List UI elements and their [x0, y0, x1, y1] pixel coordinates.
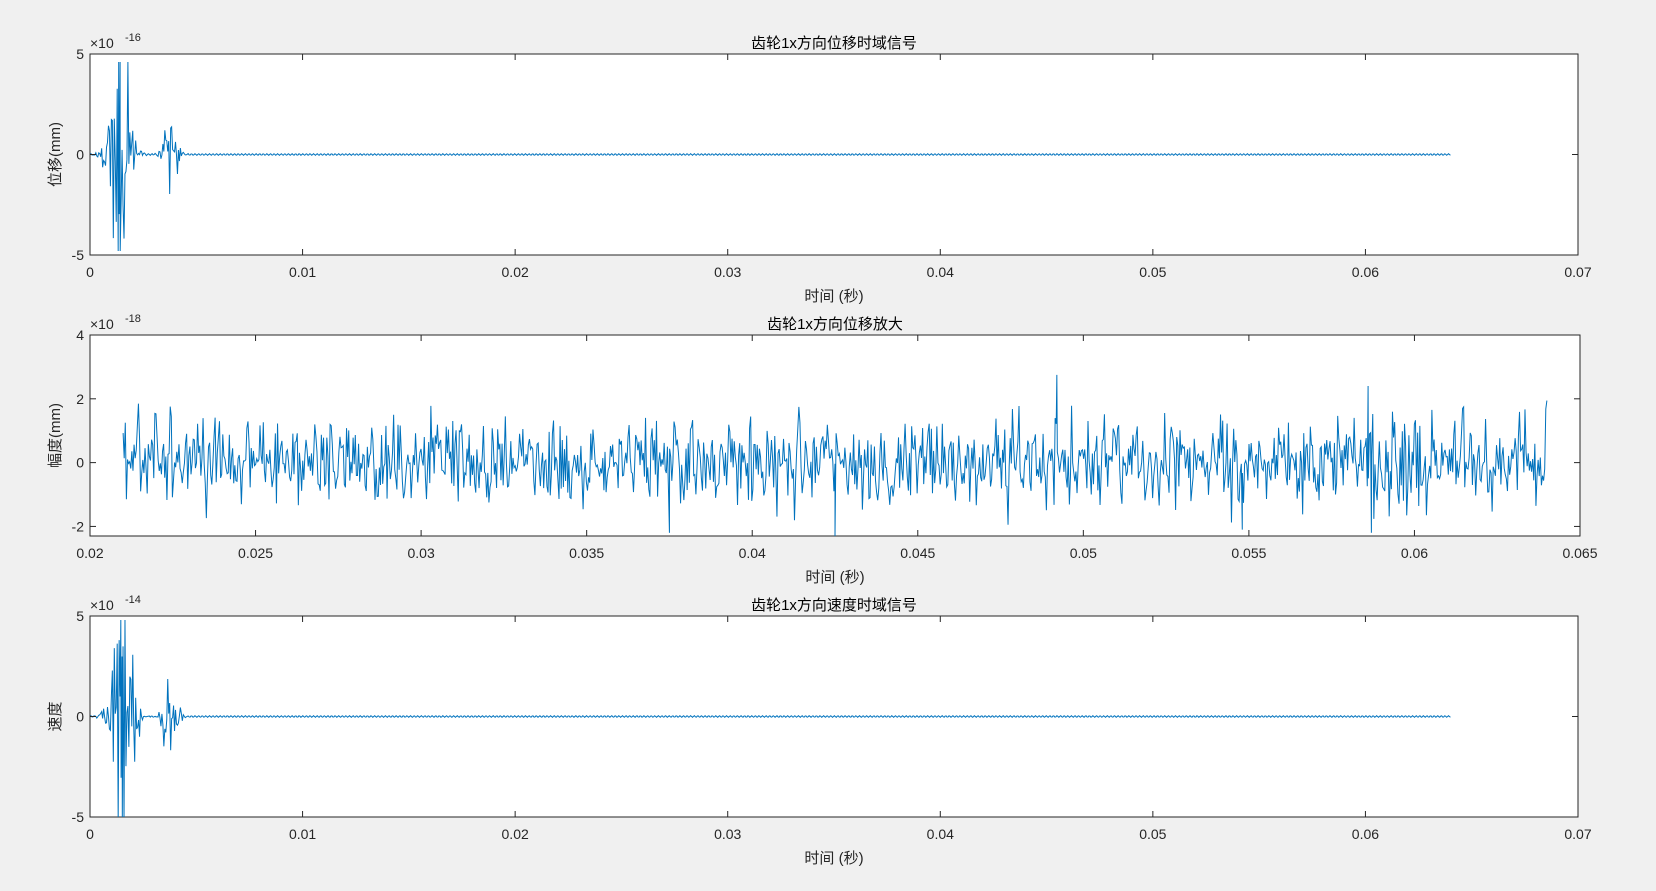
x-tick-label: 0.05: [1070, 545, 1097, 561]
y-exponent-power: -16: [125, 32, 141, 44]
chart-title: 齿轮1x方向速度时域信号: [751, 597, 917, 614]
x-tick-label: 0.045: [900, 545, 935, 561]
y-exponent-label: ×10: [90, 316, 114, 332]
y-axis-label: 速度: [47, 701, 64, 731]
x-tick-label: 0.01: [289, 264, 316, 280]
x-tick-label: 0.055: [1231, 545, 1266, 561]
y-tick-label: 0: [76, 147, 84, 163]
matlab-figure: 0 0.01 0.02 0.03 0.04 0.05 0.06 0.07 -5 0 5 ×10 -16 齿…: [0, 0, 1656, 891]
x-tick-label: 0.03: [407, 545, 434, 561]
x-tick-label: 0: [86, 264, 94, 280]
x-axis-label: 时间 (秒): [805, 569, 864, 586]
y-tick-label: 0: [76, 709, 84, 725]
x-tick-label: 0.04: [927, 826, 954, 842]
y-tick-label: 5: [76, 608, 84, 624]
y-tick-label: -2: [72, 518, 85, 534]
x-tick-label: 0.05: [1139, 264, 1166, 280]
x-tick-label: 0.07: [1564, 826, 1591, 842]
subplot-2: 0.02 0.025 0.03 0.035 0.04 0.045 0.05 0.055 0.06…: [47, 313, 1598, 586]
x-tick-label: 0.02: [76, 545, 103, 561]
y-exponent-power: -14: [125, 594, 141, 606]
x-tick-label: 0.06: [1352, 264, 1379, 280]
x-tick-label: 0.04: [739, 545, 766, 561]
x-tick-label: 0.06: [1401, 545, 1428, 561]
chart-title: 齿轮1x方向位移放大: [767, 316, 903, 333]
x-axis-label: 时间 (秒): [804, 850, 863, 867]
y-axis-label: 位移(mm): [47, 122, 64, 187]
y-axis-label: 幅度(mm): [47, 403, 64, 468]
x-tick-label: 0.03: [714, 264, 741, 280]
x-tick-label: 0.065: [1562, 545, 1597, 561]
x-tick-label: 0.02: [502, 826, 529, 842]
y-tick-label: -5: [72, 247, 85, 263]
x-tick-label: 0.05: [1139, 826, 1166, 842]
x-tick-label: 0.04: [927, 264, 954, 280]
x-tick-label: 0.02: [502, 264, 529, 280]
x-tick-label: 0.03: [714, 826, 741, 842]
x-tick-label: 0.07: [1564, 264, 1591, 280]
chart-title: 齿轮1x方向位移时域信号: [751, 35, 917, 52]
subplot-3: 0 0.01 0.02 0.03 0.04 0.05 0.06 0.07-505×10 -14 齿…: [47, 594, 1592, 867]
y-tick-label: 2: [76, 391, 84, 407]
x-tick-label: 0.035: [569, 545, 604, 561]
figure-canvas: 0 0.01 0.02 0.03 0.04 0.05 0.06 0.07-505×10 -16 齿…: [47, 32, 1598, 867]
x-tick-label: 0.01: [289, 826, 316, 842]
y-tick-label: 5: [76, 46, 84, 62]
y-exponent-label: ×10: [90, 597, 114, 613]
x-tick-label: 0.06: [1352, 826, 1379, 842]
y-exponent-power: -18: [125, 313, 141, 325]
y-tick-label: 0: [76, 455, 84, 471]
y-exponent-label: ×10: [90, 35, 114, 51]
y-tick-label: -5: [72, 809, 85, 825]
x-tick-label: 0: [86, 826, 94, 842]
y-tick-label: 4: [76, 327, 84, 343]
subplot-1: 0 0.01 0.02 0.03 0.04 0.05 0.06 0.07-505×10 -16 齿…: [47, 32, 1592, 305]
x-axis-label: 时间 (秒): [804, 288, 863, 305]
x-tick-label: 0.025: [238, 545, 273, 561]
